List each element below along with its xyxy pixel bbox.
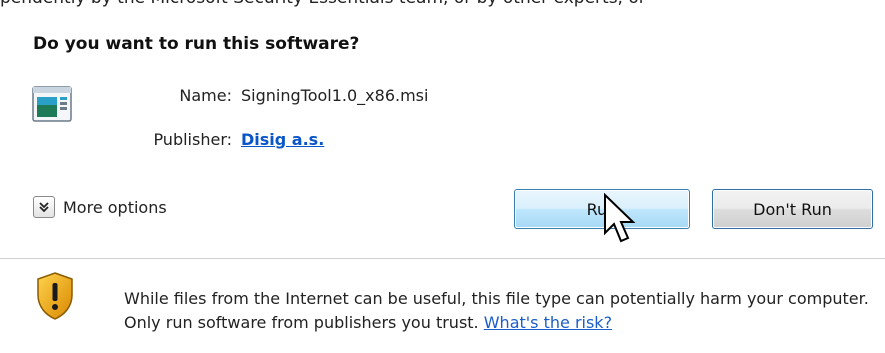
shield-warning-icon bbox=[37, 272, 73, 320]
dialog-title: Do you want to run this software? bbox=[33, 34, 360, 54]
double-chevron-down-icon[interactable] bbox=[33, 196, 55, 218]
whats-the-risk-link[interactable]: What's the risk? bbox=[484, 313, 612, 332]
msi-installer-icon bbox=[32, 86, 72, 122]
run-button[interactable]: Run bbox=[514, 189, 690, 229]
more-options-label: More options bbox=[63, 197, 167, 217]
more-options-toggle[interactable]: More options bbox=[33, 196, 167, 218]
warning-message: While files from the Internet can be use… bbox=[124, 287, 879, 335]
name-value: SigningTool1.0_x86.msi bbox=[241, 86, 429, 105]
name-label: Name: bbox=[179, 86, 232, 105]
truncated-background-text: pendently by the Microsoft Security Esse… bbox=[0, 0, 885, 8]
publisher-label: Publisher: bbox=[153, 130, 232, 149]
dont-run-button[interactable]: Don't Run bbox=[712, 189, 873, 229]
publisher-link[interactable]: Disig a.s. bbox=[241, 130, 324, 149]
